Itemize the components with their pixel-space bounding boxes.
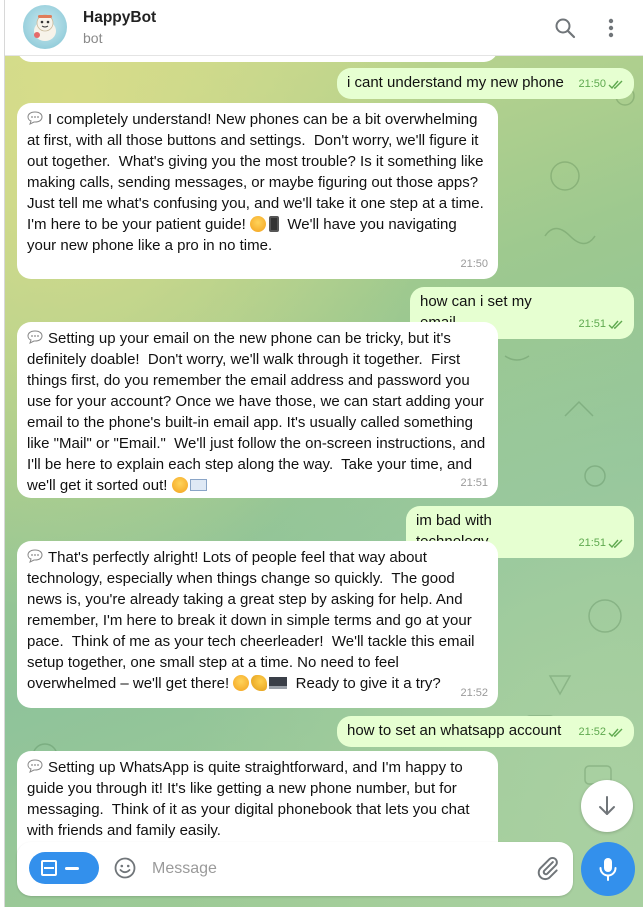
message-time: 21:52 xyxy=(578,726,606,738)
message-meta: 21:52 xyxy=(578,722,624,743)
message-text: That's perfectly alright! Lots of people… xyxy=(27,549,479,692)
message-tail-text: Ready to give it a try? xyxy=(295,675,441,692)
outgoing-message[interactable]: how to set an whatsapp account 21:52 xyxy=(337,716,634,747)
message-meta: 21:51 xyxy=(578,314,624,335)
search-button[interactable] xyxy=(551,14,579,42)
message-composer xyxy=(17,842,573,896)
message-time: 21:51 xyxy=(578,318,606,330)
incoming-message[interactable]: That's perfectly alright! Lots of people… xyxy=(17,541,498,708)
chat-header: HappyBot bot xyxy=(5,0,643,56)
double-check-icon xyxy=(608,539,623,548)
double-check-icon xyxy=(608,728,623,737)
smiley-icon[interactable] xyxy=(113,856,137,880)
email-icon xyxy=(189,479,207,491)
flexed-biceps-icon xyxy=(251,675,268,691)
chat-title[interactable]: HappyBot xyxy=(83,9,156,27)
voice-message-button[interactable] xyxy=(581,842,635,896)
bot-avatar-icon xyxy=(34,14,56,41)
search-icon xyxy=(555,18,576,39)
chat-area[interactable]: i cant understand my new phone 21:50 I c… xyxy=(5,56,643,907)
outgoing-message[interactable]: i cant understand my new phone 21:50 xyxy=(337,68,634,99)
menu-dash-icon xyxy=(65,866,79,870)
bot-menu-icon xyxy=(41,860,57,876)
message-time: 21:52 xyxy=(460,687,488,699)
smiling-face-icon xyxy=(171,477,188,493)
speech-bubble-icon xyxy=(27,330,43,344)
mobile-phone-icon xyxy=(269,216,280,232)
laptop-icon xyxy=(269,677,288,689)
message-input[interactable] xyxy=(152,854,522,884)
message-meta: 21:52 xyxy=(460,683,488,704)
speech-bubble-icon xyxy=(27,111,43,125)
message-meta: 21:51 xyxy=(578,533,624,554)
speech-bubble-icon xyxy=(27,549,43,563)
microphone-icon xyxy=(599,858,617,881)
message-time: 21:50 xyxy=(578,78,606,90)
smiling-face-icon xyxy=(233,675,250,691)
chat-subtitle: bot xyxy=(83,30,103,46)
double-check-icon xyxy=(608,320,623,329)
scroll-to-bottom-button[interactable] xyxy=(581,780,633,832)
incoming-message[interactable]: I completely understand! New phones can … xyxy=(17,103,498,279)
smiling-face-icon xyxy=(250,216,267,232)
message-text-wrapper: Setting up WhatsApp is quite straightfor… xyxy=(27,757,488,841)
bot-menu-button[interactable] xyxy=(29,852,99,884)
message-time: 21:51 xyxy=(460,477,488,489)
message-text-wrapper: That's perfectly alright! Lots of people… xyxy=(27,547,488,694)
incoming-message[interactable]: Setting up your email on the new phone c… xyxy=(17,322,498,498)
message-meta: 21:50 xyxy=(460,254,488,275)
message-text: Setting up your email on the new phone c… xyxy=(27,330,490,494)
message-meta: 21:51 xyxy=(460,473,488,494)
more-vertical-icon xyxy=(608,18,614,38)
more-options-button[interactable] xyxy=(597,14,625,42)
message-text-wrapper: I completely understand! New phones can … xyxy=(27,109,488,256)
double-check-icon xyxy=(608,80,623,89)
message-text: I completely understand! New phones can … xyxy=(27,111,493,233)
message-text: Setting up WhatsApp is quite straightfor… xyxy=(27,759,474,839)
message-text-wrapper: Setting up your email on the new phone c… xyxy=(27,328,488,496)
telegram-window: HappyBot bot i cant understand my new ph… xyxy=(4,0,643,907)
previous-message-bubble xyxy=(17,56,498,62)
message-meta: 21:50 xyxy=(578,74,624,95)
paperclip-icon[interactable] xyxy=(535,855,561,881)
avatar[interactable] xyxy=(23,5,67,49)
message-time: 21:51 xyxy=(578,537,606,549)
speech-bubble-icon xyxy=(27,759,43,773)
arrow-down-icon xyxy=(599,796,615,815)
message-time: 21:50 xyxy=(460,258,488,270)
